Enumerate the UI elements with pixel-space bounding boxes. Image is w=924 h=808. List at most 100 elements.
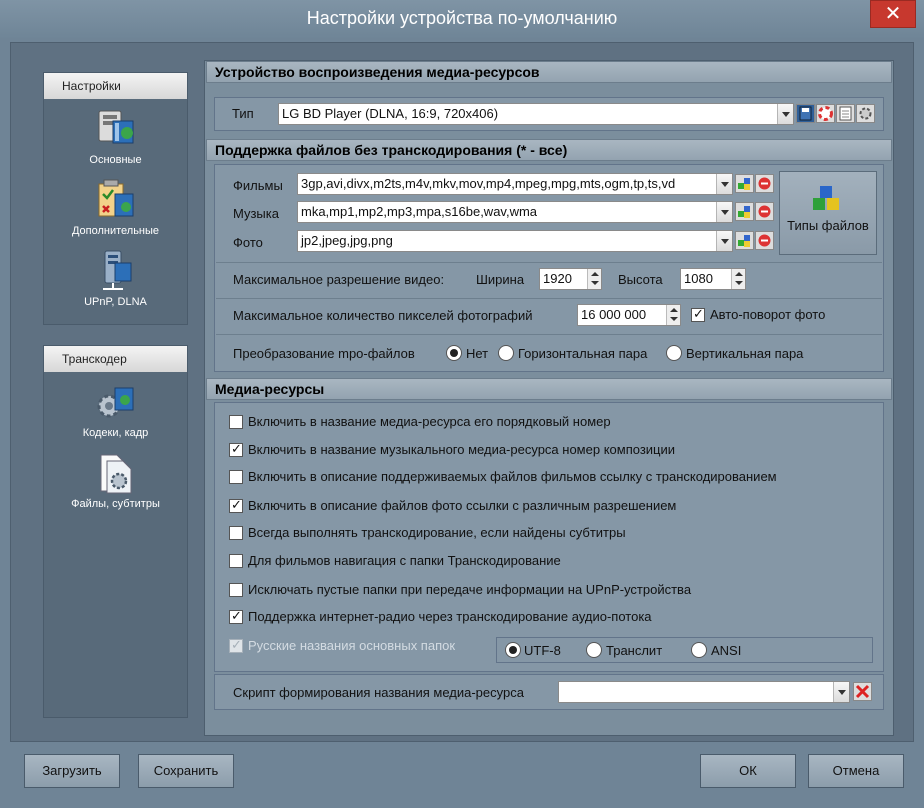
chevron-down-icon: [716, 202, 732, 222]
max-pixels-spinner[interactable]: 16 000 000: [577, 304, 681, 326]
upnp-server-icon: [93, 249, 139, 293]
window-title: Настройки устройства по-умолчанию: [306, 8, 618, 28]
nav-item-files[interactable]: Файлы, субтитры: [44, 443, 187, 514]
nav-item-upnp[interactable]: UPnP, DLNA: [44, 241, 187, 312]
add-music-icon[interactable]: [735, 202, 754, 221]
script-label: Скрипт формирования названия медиа-ресур…: [233, 685, 524, 700]
media-option-label-1: Включить в название медиа-ресурса его по…: [248, 414, 611, 429]
nav-label-codecs: Кодеки, кадр: [82, 427, 149, 439]
encoding-radio-ansi[interactable]: [691, 642, 707, 658]
file-types-label: Типы файлов: [787, 218, 869, 233]
music-formats-select[interactable]: mka,mp1,mp2,mp3,mpa,s16be,wav,wma: [297, 201, 733, 223]
photo-formats-value: jp2,jpeg,jpg,png: [301, 233, 393, 248]
settings-nav-header: Настройки: [44, 73, 187, 99]
media-option-label-6: Для фильмов навигация с папки Транскодир…: [248, 553, 561, 568]
divider: [216, 334, 882, 335]
spinner-arrows-icon[interactable]: [587, 269, 601, 289]
nav-label-main: Основные: [89, 154, 142, 166]
width-spinner[interactable]: 1920: [539, 268, 602, 290]
movies-formats-select[interactable]: 3gp,avi,divx,m2ts,m4v,mkv,mov,mp4,mpeg,m…: [297, 173, 733, 195]
spinner-arrows-icon[interactable]: [731, 269, 745, 289]
photo-label: Фото: [233, 235, 263, 250]
encoding-radio-translit[interactable]: [586, 642, 602, 658]
device-type-value: LG BD Player (DLNA, 16:9, 720x406): [282, 106, 499, 121]
max-pixels-label: Максимальное количество пикселей фотогра…: [233, 308, 533, 323]
russian-names-checkbox[interactable]: [229, 637, 243, 653]
media-option-label-5: Всегда выполнять транскодирование, если …: [248, 525, 626, 540]
save-button[interactable]: Сохранить: [138, 754, 234, 788]
divider: [216, 262, 882, 263]
divider: [216, 298, 882, 299]
media-option-checkbox-3[interactable]: [229, 470, 243, 484]
spinner-arrows-icon[interactable]: [666, 305, 680, 325]
auto-rotate-checkbox[interactable]: [691, 306, 705, 322]
load-button[interactable]: Загрузить: [24, 754, 120, 788]
width-label: Ширина: [476, 272, 525, 287]
movies-label: Фильмы: [233, 178, 283, 193]
media-section-header: Медиа-ресурсы: [206, 378, 892, 400]
nav-label-upnp: UPnP, DLNA: [84, 296, 147, 308]
device-type-select[interactable]: LG BD Player (DLNA, 16:9, 720x406): [278, 103, 794, 125]
height-spinner[interactable]: 1080: [680, 268, 746, 290]
music-formats-value: mka,mp1,mp2,mp3,mpa,s16be,wav,wma: [301, 204, 538, 219]
nav-label-additional: Дополнительные: [71, 225, 160, 237]
encoding-radio-utf8[interactable]: [505, 642, 521, 658]
media-option-checkbox-2[interactable]: [229, 441, 243, 457]
lifebuoy-icon[interactable]: [816, 104, 835, 123]
remove-music-icon[interactable]: [755, 202, 774, 221]
support-section-header: Поддержка файлов без транскодирования (*…: [206, 139, 892, 161]
mpo-radio-none[interactable]: [446, 345, 462, 361]
file-types-button[interactable]: Типы файлов: [779, 171, 877, 255]
encoding-option-utf8: UTF-8: [524, 643, 561, 658]
nav-label-files: Файлы, субтитры: [71, 498, 160, 510]
transcoder-nav-panel: Транскодер Кодеки, кадр Файлы, субтитры: [43, 345, 188, 718]
main-settings-icon: [93, 107, 139, 151]
save-device-icon[interactable]: [796, 104, 815, 123]
remove-photo-icon[interactable]: [755, 231, 774, 250]
transcoder-nav-header: Транскодер: [44, 346, 187, 372]
mpo-radio-vertical[interactable]: [666, 345, 682, 361]
document-icon[interactable]: [836, 104, 855, 123]
chevron-down-icon: [716, 231, 732, 251]
music-label: Музыка: [233, 206, 279, 221]
cubes-icon: [811, 184, 845, 214]
additional-settings-icon: [93, 178, 139, 222]
mpo-option-vertical: Вертикальная пара: [686, 346, 804, 361]
files-gear-icon: [93, 451, 139, 495]
title-bar: Настройки устройства по-умолчанию ✕: [0, 0, 924, 38]
settings-nav-panel: Настройки Основные Дополнительные UPnP, …: [43, 72, 188, 325]
remove-movies-icon[interactable]: [755, 174, 774, 193]
codecs-gear-icon: [93, 380, 139, 424]
chevron-down-icon: [716, 174, 732, 194]
add-photo-icon[interactable]: [735, 231, 754, 250]
width-value: 1920: [543, 271, 572, 286]
media-option-label-7: Исключать пустые папки при передаче инфо…: [248, 582, 692, 597]
encoding-option-translit: Транслит: [606, 643, 663, 658]
mpo-option-none: Нет: [466, 346, 489, 361]
height-label: Высота: [618, 272, 663, 287]
ok-button[interactable]: ОК: [700, 754, 796, 788]
media-option-checkbox-5[interactable]: [229, 526, 243, 540]
media-option-checkbox-1[interactable]: [229, 415, 243, 429]
media-option-checkbox-6[interactable]: [229, 554, 243, 568]
mpo-radio-horizontal[interactable]: [498, 345, 514, 361]
max-pixels-value: 16 000 000: [581, 307, 647, 322]
nav-item-codecs[interactable]: Кодеки, кадр: [44, 372, 187, 443]
settings-gear-icon[interactable]: [856, 104, 875, 123]
height-value: 1080: [684, 271, 713, 286]
media-option-checkbox-8[interactable]: [229, 608, 243, 624]
photo-formats-select[interactable]: jp2,jpeg,jpg,png: [297, 230, 733, 252]
media-option-checkbox-4[interactable]: [229, 497, 243, 513]
nav-item-additional[interactable]: Дополнительные: [44, 170, 187, 241]
nav-item-main[interactable]: Основные: [44, 99, 187, 170]
chevron-down-icon: [833, 682, 849, 702]
device-section-header: Устройство воспроизведения медиа-ресурсо…: [206, 61, 892, 83]
cancel-button[interactable]: Отмена: [808, 754, 904, 788]
media-option-label-2: Включить в название музыкального медиа-р…: [248, 442, 676, 457]
close-button[interactable]: ✕: [870, 0, 916, 28]
media-option-label-4: Включить в описание файлов фото ссылки с…: [248, 498, 677, 513]
script-select[interactable]: [558, 681, 850, 703]
clear-script-icon[interactable]: [853, 682, 872, 701]
add-movies-icon[interactable]: [735, 174, 754, 193]
media-option-checkbox-7[interactable]: [229, 583, 243, 597]
